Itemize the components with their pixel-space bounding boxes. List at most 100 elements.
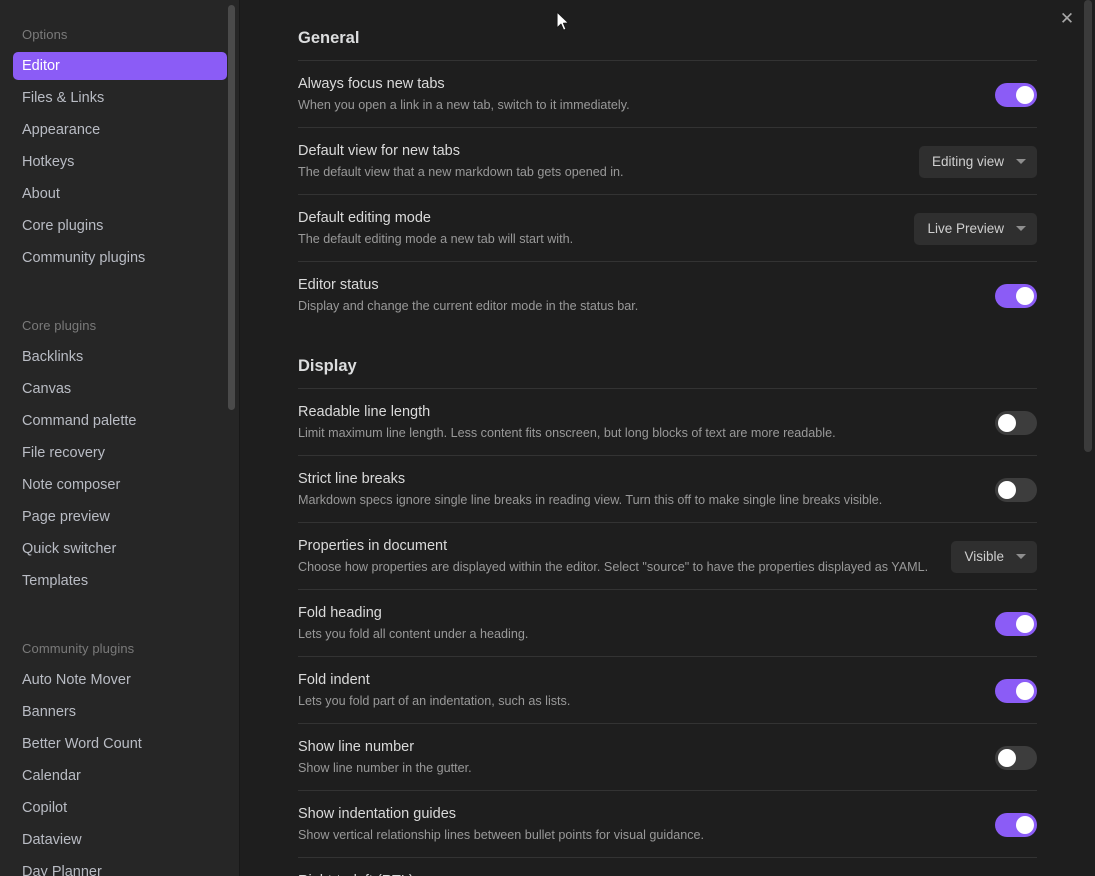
setting-control: Editing view [919,146,1037,178]
setting-label: Strict line breaks [298,470,975,489]
sidebar-item-better-word-count[interactable]: Better Word Count [13,730,227,758]
setting-description: The default editing mode a new tab will … [298,231,894,248]
dropdown-properties-in-document[interactable]: Visible [951,541,1037,573]
sidebar-item-command-palette[interactable]: Command palette [13,407,227,435]
toggle-knob [998,414,1016,432]
setting-info: Properties in document Choose how propert… [298,537,931,576]
setting-row-default-view-for-new-tabs: Default view for new tabs The default vie… [298,127,1037,194]
setting-info: Fold heading Lets you fold all content un… [298,604,975,643]
setting-row-fold-heading: Fold heading Lets you fold all content un… [298,589,1037,656]
setting-label: Default view for new tabs [298,142,899,161]
setting-row-readable-line-length: Readable line length Limit maximum line l… [298,388,1037,455]
toggle-knob [1016,816,1034,834]
close-icon[interactable]: ✕ [1053,4,1081,32]
sidebar-item-copilot[interactable]: Copilot [13,794,227,822]
dropdown-default-editing-mode[interactable]: Live Preview [914,213,1037,245]
setting-info: Readable line length Limit maximum line l… [298,403,975,442]
settings-sidebar: Options Editor Files & Links Appearance Hotk… [0,0,240,876]
setting-label: Editor status [298,276,975,295]
setting-control: Visible [951,541,1037,573]
sidebar-scroll-area[interactable]: Options Editor Files & Links Appearance Hotk… [0,0,240,876]
setting-control [995,813,1037,837]
setting-info: Default editing modeThe default editing … [298,209,894,248]
setting-control [995,612,1037,636]
content-scrollbar-thumb[interactable] [1084,0,1092,452]
toggle-editor-status[interactable] [995,284,1037,308]
chevron-down-icon [1016,226,1026,231]
setting-description: Choose how properties are displayed with… [298,559,931,576]
section-heading: General [298,28,1037,48]
setting-label: Right-to-left (RTL) [298,872,975,876]
toggle-fold-heading[interactable] [995,612,1037,636]
setting-row-always-focus-new-tabs: Always focus new tabsWhen you open a lin… [298,60,1037,127]
setting-label: Fold heading [298,604,975,623]
settings-content: General Always focus new tabsWhen you ope… [240,0,1095,876]
setting-description: The default view that a new markdown tab… [298,164,899,181]
setting-label: Fold indent [298,671,975,690]
sidebar-group-heading: Community plugins [13,641,227,657]
toggle-show-indentation-guides[interactable] [995,813,1037,837]
toggle-knob [1016,86,1034,104]
setting-control [995,746,1037,770]
toggle-knob [1016,682,1034,700]
sidebar-item-auto-note-mover[interactable]: Auto Note Mover [13,666,227,694]
dropdown-value: Visible [964,549,1004,565]
toggle-knob [998,749,1016,767]
sidebar-item-editor[interactable]: Editor [13,52,227,80]
setting-row-fold-indent: Fold indent Lets you fold part of an inde… [298,656,1037,723]
sidebar-item-core-plugins[interactable]: Core plugins [13,212,227,240]
sidebar-item-calendar[interactable]: Calendar [13,762,227,790]
sidebar-item-files-links[interactable]: Files & Links [13,84,227,112]
sidebar-item-appearance[interactable]: Appearance [13,116,227,144]
setting-row-right-to-left-rtl: Right-to-left (RTL)Sets the text directi… [298,857,1037,876]
toggle-show-line-number[interactable] [995,746,1037,770]
sidebar-item-day-planner[interactable]: Day Planner [13,858,227,876]
setting-control [995,478,1037,502]
setting-description: Lets you fold part of an indentation, su… [298,693,975,710]
setting-label: Readable line length [298,403,975,422]
sidebar-item-about[interactable]: About [13,180,227,208]
setting-description: Limit maximum line length. Less content … [298,425,975,442]
setting-control [995,284,1037,308]
sidebar-item-dataview[interactable]: Dataview [13,826,227,854]
setting-label: Show line number [298,738,975,757]
setting-row-strict-line-breaks: Strict line breaksMarkdown specs ignore … [298,455,1037,522]
settings-scroll-area[interactable]: General Always focus new tabsWhen you ope… [240,0,1085,876]
toggle-knob [998,481,1016,499]
setting-info: Fold indent Lets you fold part of an inde… [298,671,975,710]
dropdown-default-view-for-new-tabs[interactable]: Editing view [919,146,1037,178]
setting-description: Show vertical relationship lines between… [298,827,975,844]
sidebar-item-page-preview[interactable]: Page preview [13,503,227,531]
setting-control [995,411,1037,435]
sidebar-item-canvas[interactable]: Canvas [13,375,227,403]
setting-info: Show line number Show line number in the … [298,738,975,777]
setting-info: Show indentation guidesShow vertical rel… [298,805,975,844]
sidebar-item-file-recovery[interactable]: File recovery [13,439,227,467]
setting-control: Live Preview [914,213,1037,245]
setting-info: Right-to-left (RTL)Sets the text directi… [298,872,975,876]
settings-window: Options Editor Files & Links Appearance Hotk… [0,0,1095,876]
sidebar-group-gap [13,599,227,613]
sidebar-item-community-plugins[interactable]: Community plugins [13,244,227,272]
section-heading: Display [298,356,1037,376]
toggle-strict-line-breaks[interactable] [995,478,1037,502]
setting-label: Properties in document [298,537,931,556]
toggle-always-focus-new-tabs[interactable] [995,83,1037,107]
sidebar-item-hotkeys[interactable]: Hotkeys [13,148,227,176]
sidebar-item-quick-switcher[interactable]: Quick switcher [13,535,227,563]
setting-row-show-line-number: Show line number Show line number in the … [298,723,1037,790]
sidebar-item-templates[interactable]: Templates [13,567,227,595]
setting-description: Lets you fold all content under a headin… [298,626,975,643]
setting-description: Show line number in the gutter. [298,760,975,777]
dropdown-value: Live Preview [927,221,1004,237]
sidebar-group-heading: Options [13,27,227,43]
toggle-readable-line-length[interactable] [995,411,1037,435]
dropdown-value: Editing view [932,154,1004,170]
setting-control [995,679,1037,703]
setting-row-editor-status: Editor statusDisplay and change the curr… [298,261,1037,328]
toggle-fold-indent[interactable] [995,679,1037,703]
sidebar-item-backlinks[interactable]: Backlinks [13,343,227,371]
chevron-down-icon [1016,554,1026,559]
sidebar-item-note-composer[interactable]: Note composer [13,471,227,499]
sidebar-item-banners[interactable]: Banners [13,698,227,726]
